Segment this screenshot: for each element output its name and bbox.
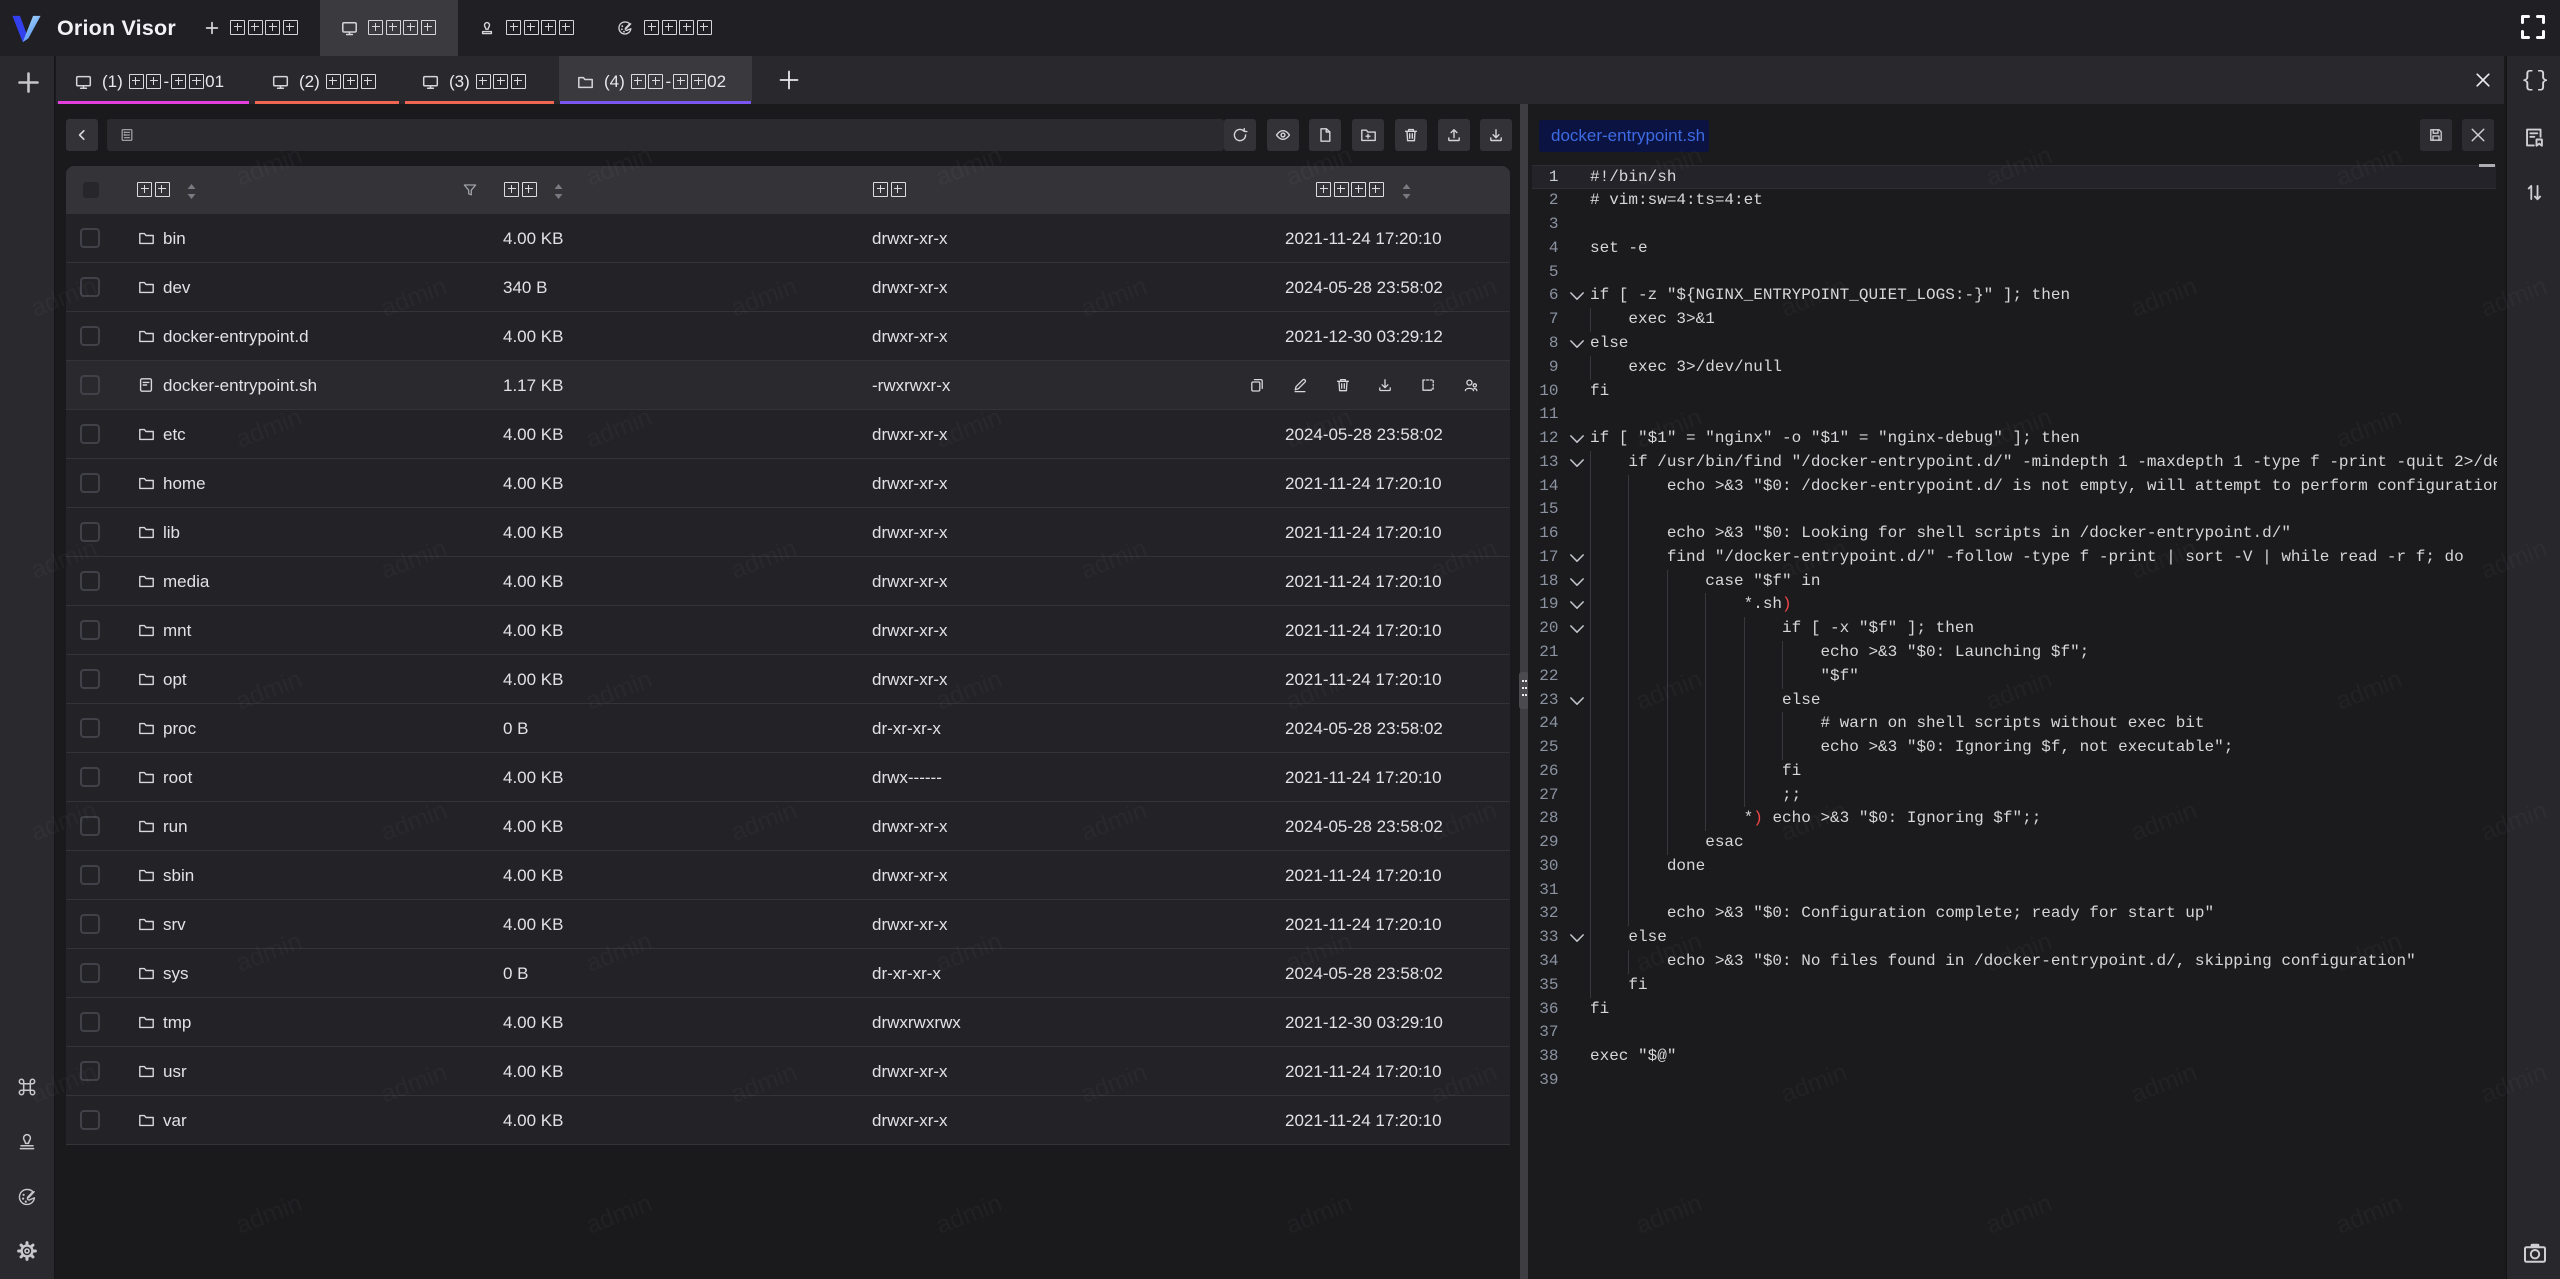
svg-text:admin: admin [582, 1189, 656, 1240]
svg-text:admin: admin [932, 1189, 1006, 1240]
svg-text:admin: admin [232, 1189, 306, 1240]
svg-text:admin: admin [1282, 1189, 1356, 1240]
